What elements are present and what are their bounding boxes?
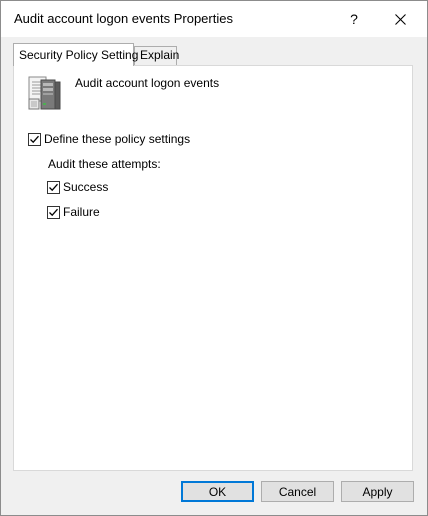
help-button[interactable]: ?: [331, 1, 377, 37]
tab-explain[interactable]: Explain: [134, 46, 179, 65]
success-checkbox[interactable]: [47, 180, 60, 194]
success-label: Success: [63, 180, 109, 194]
apply-button[interactable]: Apply: [341, 481, 414, 502]
close-button[interactable]: [377, 1, 423, 37]
cancel-button[interactable]: Cancel: [261, 481, 334, 502]
checkmark-icon: [49, 208, 58, 216]
server-policy-icon: [28, 76, 61, 110]
define-policy-label: Define these policy settings: [44, 132, 191, 146]
tab-security-policy-setting[interactable]: Security Policy Setting: [13, 43, 138, 66]
ok-button[interactable]: OK: [181, 481, 254, 502]
checkmark-icon: [49, 183, 58, 191]
define-policy-checkbox-row[interactable]: Define these policy settings: [28, 132, 190, 146]
checkmark-icon: [30, 135, 39, 143]
help-icon: ?: [350, 11, 358, 27]
define-policy-checkbox[interactable]: [28, 132, 41, 146]
audit-attempts-label: Audit these attempts:: [48, 157, 161, 171]
success-checkbox-row[interactable]: Success: [47, 180, 108, 194]
window-title: Audit account logon events Properties: [14, 11, 233, 26]
tab-panel: Audit account logon events Define these …: [13, 65, 413, 471]
title-bar: Audit account logon events Properties ?: [1, 1, 427, 37]
properties-dialog: Audit account logon events Properties ? …: [0, 0, 428, 516]
close-icon: [394, 13, 406, 25]
policy-name: Audit account logon events: [75, 76, 220, 90]
failure-checkbox-row[interactable]: Failure: [47, 205, 100, 219]
failure-checkbox[interactable]: [47, 205, 60, 219]
failure-label: Failure: [63, 205, 100, 219]
